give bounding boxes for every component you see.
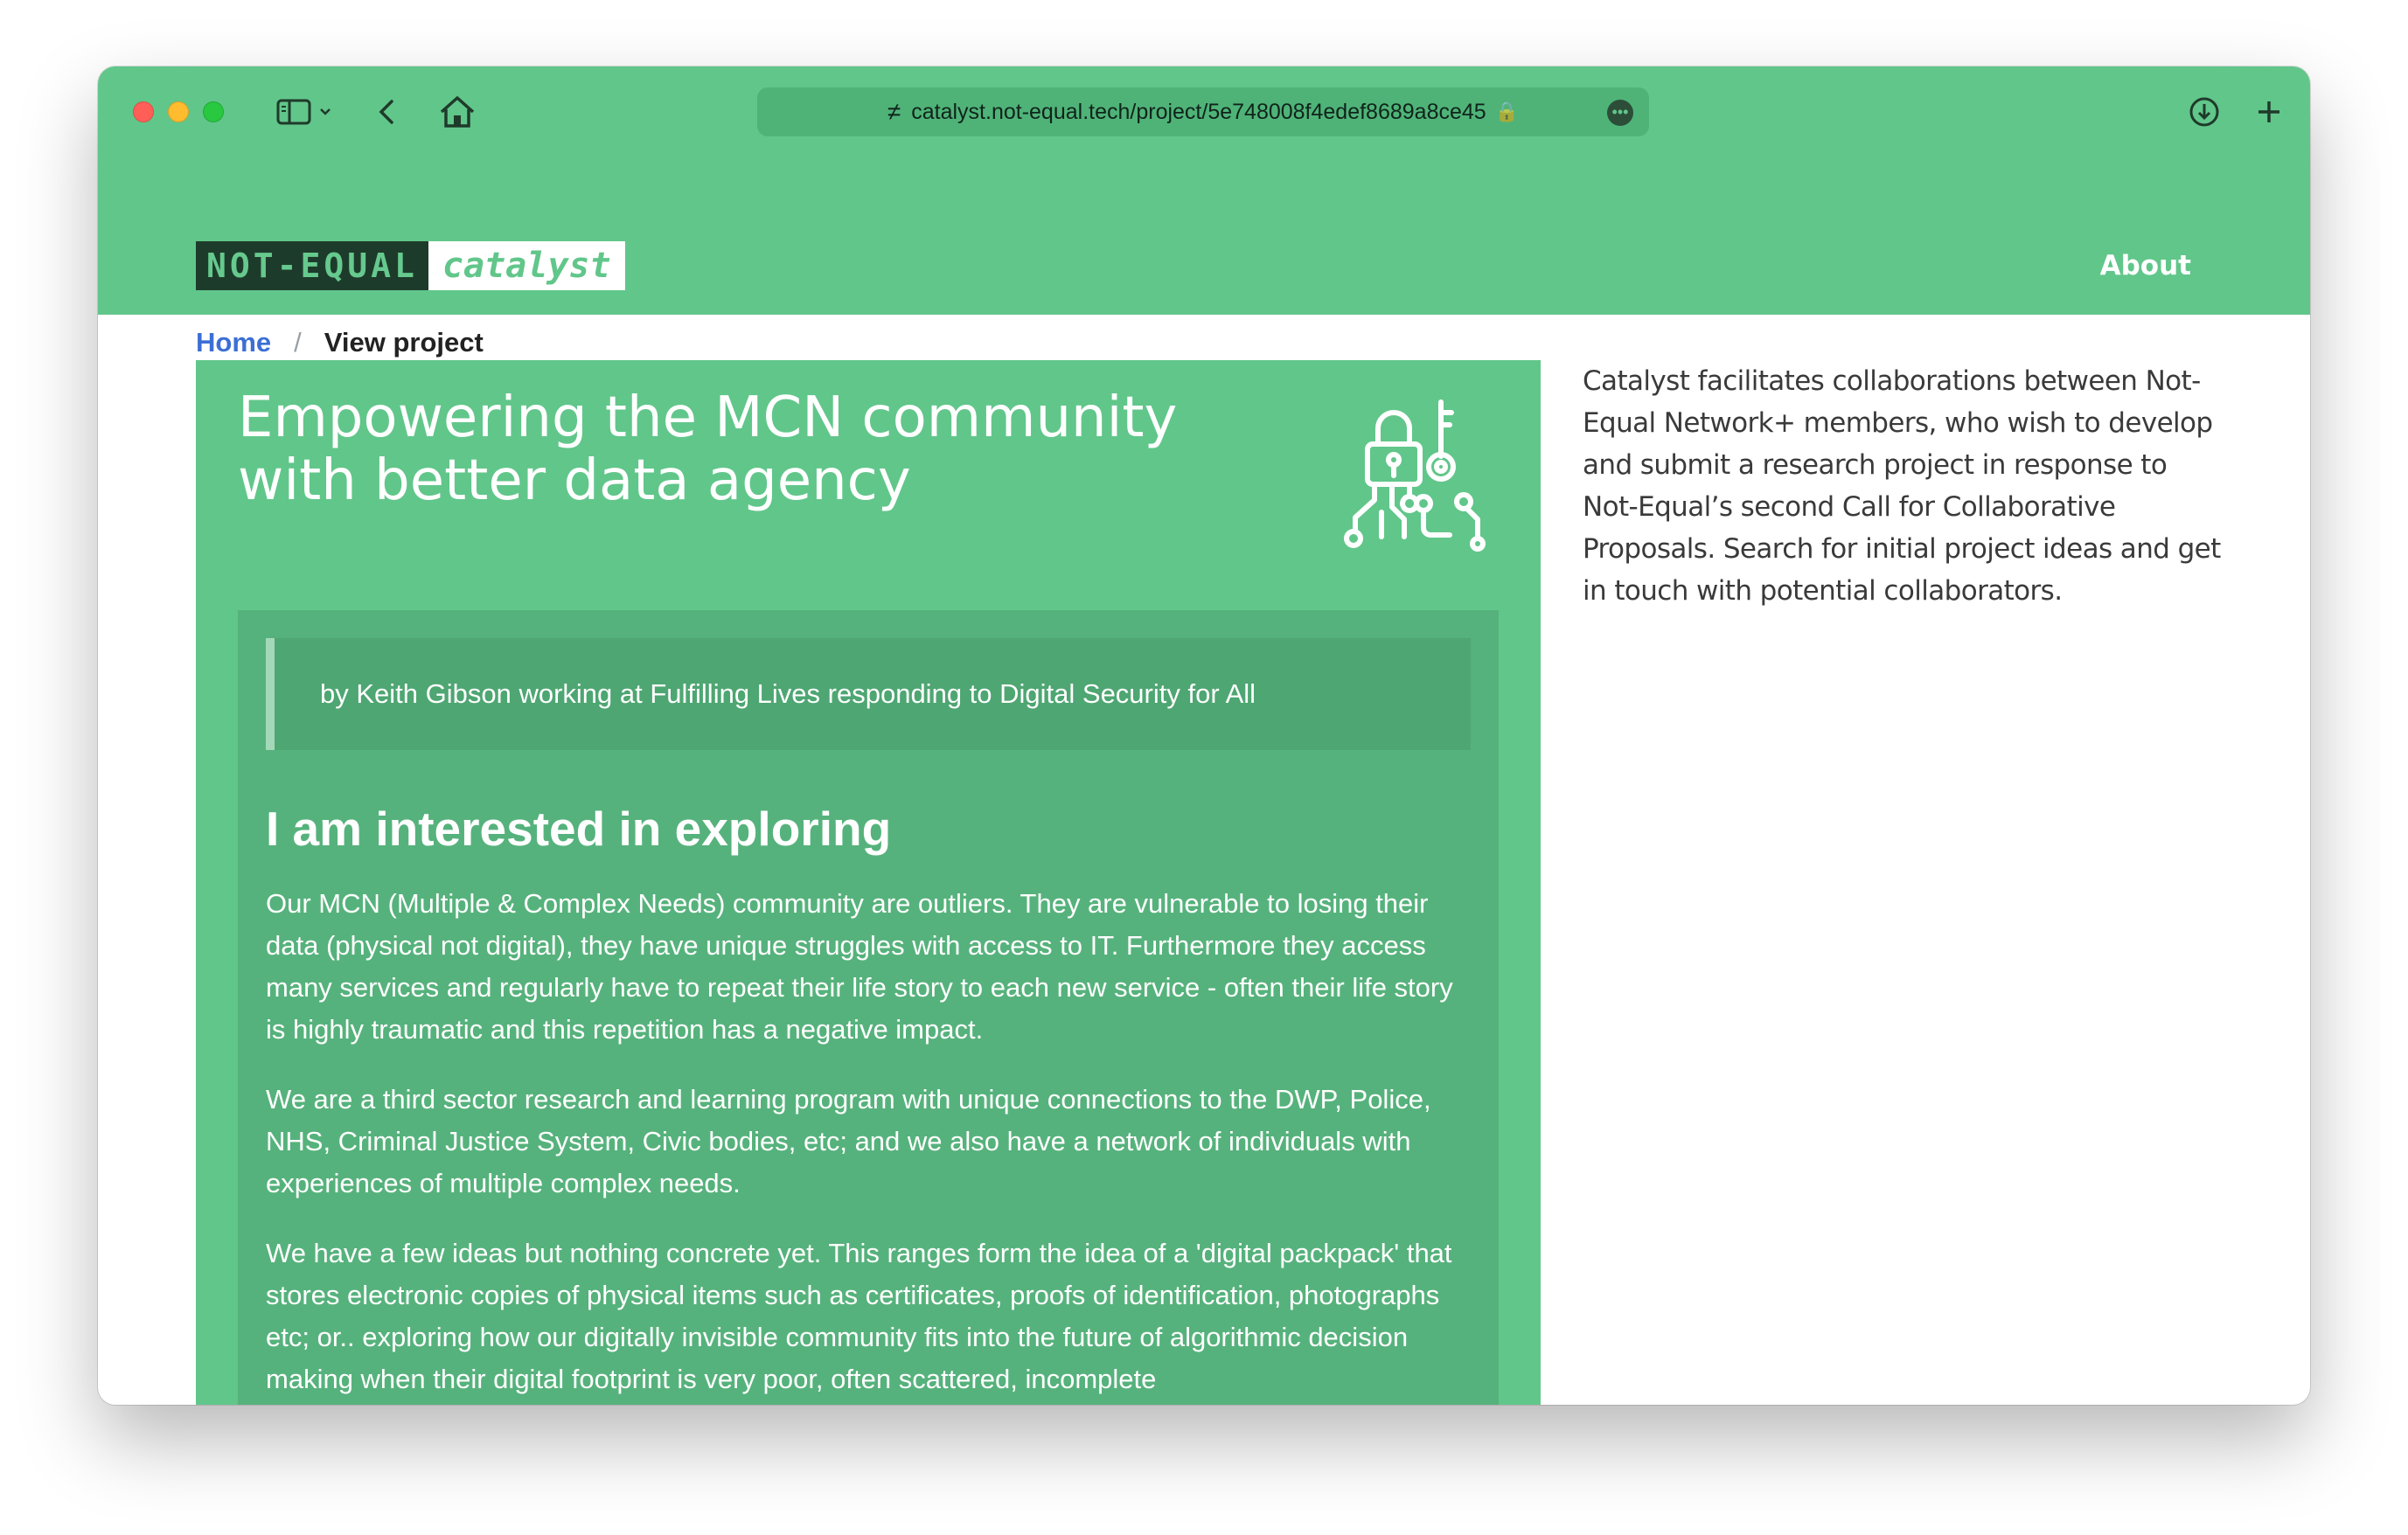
nav-about-link[interactable]: About [2100, 250, 2191, 281]
project-details: by Keith Gibson working at Fulfilling Li… [238, 610, 1499, 1405]
address-bar[interactable]: ≠ catalyst.not-equal.tech/project/5e7480… [757, 87, 1649, 136]
sidebar-toggle-button[interactable] [269, 93, 339, 131]
browser-window: ≠ catalyst.not-equal.tech/project/5e7480… [98, 66, 2310, 1405]
site-header: NOT-EQUAL catalyst About [98, 180, 2310, 315]
home-button[interactable] [435, 93, 479, 131]
address-bar-url: catalyst.not-equal.tech/project/5e748008… [911, 99, 1486, 124]
back-button[interactable] [367, 93, 406, 131]
chevron-down-icon [320, 108, 331, 115]
home-icon [440, 96, 475, 128]
window-controls [133, 101, 224, 122]
project-title: Empowering the MCN community with better… [238, 385, 1178, 513]
plus-icon [2258, 101, 2279, 122]
breadcrumb-separator: / [294, 327, 302, 358]
close-window-button[interactable] [133, 101, 154, 122]
new-tab-button[interactable] [2247, 93, 2291, 131]
logo-catalyst: catalyst [428, 241, 625, 290]
not-equal-icon: ≠ [887, 98, 901, 125]
project-card: Empowering the MCN community with better… [196, 360, 1541, 1405]
minimize-window-button[interactable] [168, 101, 189, 122]
project-description: Our MCN (Multiple & Complex Needs) commu… [266, 883, 1472, 1405]
breadcrumb-home-link[interactable]: Home [196, 327, 271, 358]
lock-icon: 🔒 [1494, 101, 1520, 122]
download-button[interactable] [2182, 93, 2226, 131]
browser-toolbar: ≠ catalyst.not-equal.tech/project/5e7480… [98, 66, 2310, 180]
breadcrumb-current: View project [324, 327, 484, 358]
description-paragraph: Our MCN (Multiple & Complex Needs) commu… [266, 888, 1453, 1045]
section-title: I am interested in exploring [266, 802, 892, 856]
page-menu-button[interactable]: ••• [1607, 100, 1633, 126]
breadcrumb: Home / View project [196, 327, 484, 358]
sidebar-description: Catalyst facilitates collaborations betw… [1583, 365, 2221, 607]
site-logo[interactable]: NOT-EQUAL catalyst [196, 241, 625, 290]
description-paragraph: We have a few ideas but nothing concrete… [266, 1238, 1452, 1394]
sidebar-icon [276, 99, 311, 125]
zoom-window-button[interactable] [203, 101, 224, 122]
download-icon [2189, 97, 2219, 127]
project-byline: by Keith Gibson working at Fulfilling Li… [266, 638, 1471, 750]
description-paragraph: We are a third sector research and learn… [266, 1084, 1431, 1198]
logo-not-equal: NOT-EQUAL [196, 241, 428, 290]
lock-key-circuit-icon [1344, 399, 1486, 552]
chevron-left-icon [379, 100, 393, 124]
